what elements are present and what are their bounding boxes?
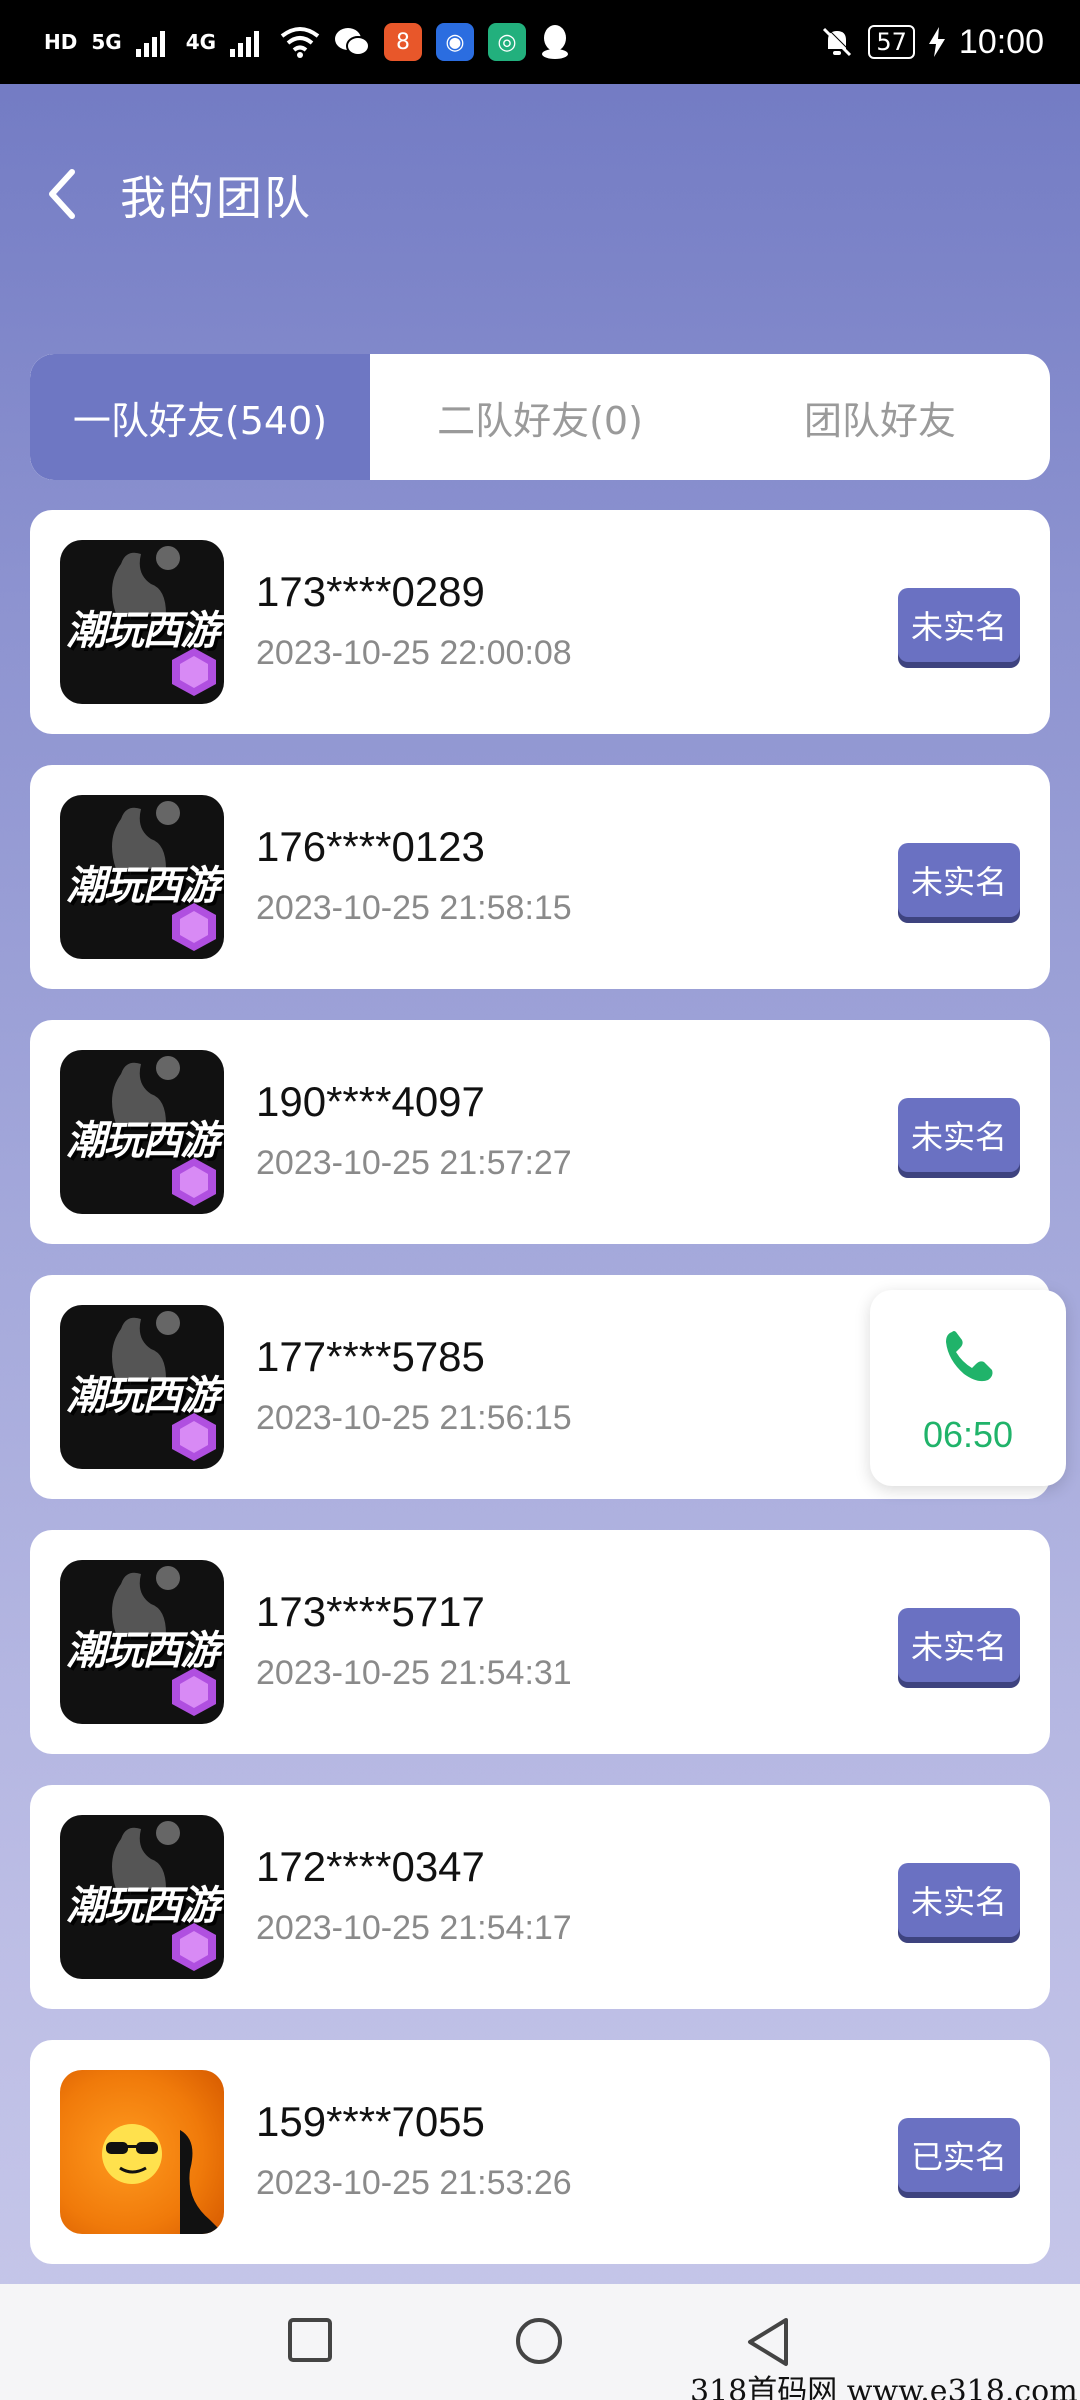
member-phone: 173****0289	[256, 568, 485, 615]
status-bar-left: HD 5G 4G 8 ◉ ◎	[44, 23, 570, 61]
avatar: 潮玩西游	[60, 540, 224, 704]
call-duration: 06:50	[922, 1414, 1014, 1455]
team-tabs: 一队好友(540) 二队好友(0) 团队好友	[30, 354, 1050, 480]
charging-icon	[928, 27, 945, 57]
wechat-icon	[335, 28, 371, 56]
member-phone: 177****5785	[256, 1333, 485, 1380]
member-join-time: 2023-10-25 21:57:27	[256, 1144, 572, 1182]
purple-gem-icon	[172, 903, 216, 951]
app-icon-blue: ◉	[436, 23, 475, 61]
tab-first-team[interactable]: 一队好友(540)	[30, 354, 370, 480]
clock-time: 10:00	[958, 22, 1044, 61]
purple-gem-icon	[172, 648, 216, 696]
purple-gem-icon	[172, 1668, 216, 1716]
battery-indicator: 57	[868, 25, 915, 59]
member-join-time: 2023-10-25 21:58:15	[256, 889, 572, 927]
member-phone: 190****4097	[256, 1078, 485, 1125]
member-join-time: 2023-10-25 21:53:26	[256, 2164, 572, 2202]
tab-team-friends[interactable]: 团队好友	[710, 354, 1050, 480]
page-title: 我的团队	[120, 171, 312, 225]
app-icon-green: ◎	[488, 23, 527, 61]
square-recent-icon[interactable]	[286, 2316, 334, 2364]
list-item[interactable]: 潮玩西游 172****0347 2023-10-25 21:54:17 未实名	[30, 1785, 1050, 2009]
avatar: 潮玩西游	[60, 1050, 224, 1214]
signal-icon-2	[230, 31, 260, 57]
member-join-time: 2023-10-25 21:54:17	[256, 1909, 572, 1947]
member-phone: 173****5717	[256, 1588, 485, 1635]
verification-status-button[interactable]: 未实名	[898, 588, 1020, 662]
status-bar: HD 5G 4G 8 ◉ ◎ 57 10:00	[0, 0, 1080, 84]
avatar: 潮玩西游	[60, 795, 224, 959]
status-bar-right: 57 10:00	[820, 23, 1044, 62]
signal-icon	[135, 31, 165, 57]
network-4g-label: 4G	[185, 30, 217, 54]
wifi-icon	[280, 27, 320, 58]
hd-label: HD	[44, 30, 78, 54]
triangle-back-icon[interactable]	[744, 2316, 794, 2368]
list-item[interactable]: 潮玩西游 176****0123 2023-10-25 21:58:15 未实名	[30, 765, 1050, 989]
purple-gem-icon	[172, 1158, 216, 1206]
member-phone: 176****0123	[256, 823, 485, 870]
list-item[interactable]: 潮玩西游 173****0289 2023-10-25 22:00:08 未实名	[30, 510, 1050, 734]
qq-icon	[542, 25, 569, 59]
verification-status-button[interactable]: 未实名	[898, 1608, 1020, 1682]
sunglasses-emoji-icon	[102, 2124, 224, 2234]
avatar: 潮玩西游	[60, 1560, 224, 1724]
avatar: 潮玩西游	[60, 1305, 224, 1469]
bell-muted-icon	[823, 26, 853, 57]
verification-status-button[interactable]: 已实名	[898, 2118, 1020, 2192]
verification-status-button[interactable]: 未实名	[898, 1098, 1020, 1172]
back-chevron-icon[interactable]	[44, 164, 80, 224]
member-join-time: 2023-10-25 21:54:31	[256, 1654, 572, 1692]
verification-status-button[interactable]: 未实名	[898, 843, 1020, 917]
list-item[interactable]: 159****7055 2023-10-25 21:53:26 已实名	[30, 2040, 1050, 2264]
purple-gem-icon	[172, 1923, 216, 1971]
page-header: 我的团队	[0, 84, 1080, 304]
network-5g-label: 5G	[91, 30, 122, 54]
app-icon-orange: 8	[384, 23, 423, 61]
list-item[interactable]: 潮玩西游 173****5717 2023-10-25 21:54:31 未实名	[30, 1530, 1050, 1754]
member-phone: 172****0347	[256, 1843, 485, 1890]
member-join-time: 2023-10-25 21:56:15	[256, 1399, 572, 1437]
circle-home-icon[interactable]	[514, 2316, 564, 2366]
floating-call-widget[interactable]: 06:50	[870, 1290, 1066, 1486]
avatar	[60, 2070, 224, 2234]
tab-second-team[interactable]: 二队好友(0)	[370, 354, 710, 480]
member-join-time: 2023-10-25 22:00:08	[256, 634, 572, 672]
member-phone: 159****7055	[256, 2098, 485, 2145]
phone-icon	[946, 1331, 993, 1382]
avatar: 潮玩西游	[60, 1815, 224, 1979]
list-item[interactable]: 潮玩西游 190****4097 2023-10-25 21:57:27 未实名	[30, 1020, 1050, 1244]
purple-gem-icon	[172, 1413, 216, 1461]
verification-status-button[interactable]: 未实名	[898, 1863, 1020, 1937]
watermark-text: 318首码网 www.e318.com	[690, 2374, 1078, 2400]
